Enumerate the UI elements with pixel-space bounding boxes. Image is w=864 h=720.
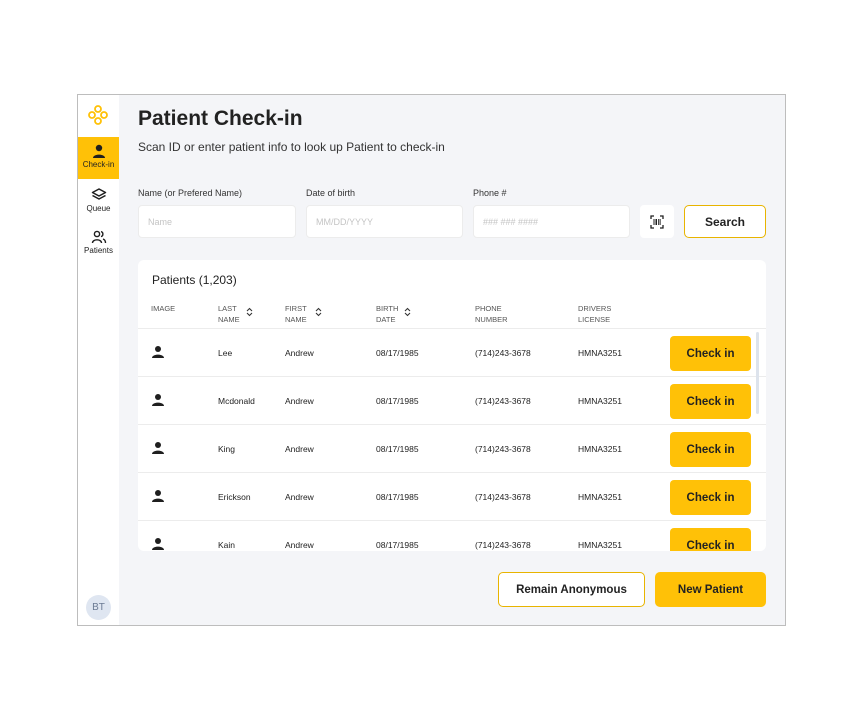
table-row[interactable]: Erickson Andrew 08/17/1985 (714)243-3678… [138, 472, 766, 520]
last-name-cell: Mcdonald [218, 396, 255, 406]
phone-cell: (714)243-3678 [475, 396, 531, 406]
sidebar-item-label: Patients [84, 246, 113, 255]
person-icon [152, 538, 164, 550]
column-header-phone-number: PHONE NUMBER [475, 304, 508, 324]
phone-cell: (714)243-3678 [475, 540, 531, 550]
birth-date-cell: 08/17/1985 [376, 396, 419, 406]
column-header-drivers-license: DRIVERS LICENSE [578, 304, 612, 324]
person-icon [152, 490, 164, 502]
person-icon [92, 144, 105, 158]
dob-field[interactable] [306, 205, 463, 238]
phone-cell: (714)243-3678 [475, 444, 531, 454]
check-in-button[interactable]: Check in [670, 336, 751, 371]
license-cell: HMNA3251 [578, 348, 622, 358]
last-name-cell: Lee [218, 348, 233, 358]
phone-field-label: Phone # [473, 188, 507, 198]
column-header-birth-date[interactable]: BIRTH DATE [376, 303, 404, 325]
page-title: Patient Check-in [138, 107, 303, 130]
table-row[interactable]: Mcdonald Andrew 08/17/1985 (714)243-3678… [138, 376, 766, 424]
last-name-cell: King [218, 444, 236, 454]
sidebar-item-label: Queue [86, 204, 111, 213]
phone-cell: (714)243-3678 [475, 492, 531, 502]
barcode-scan-icon [650, 215, 664, 229]
check-in-button[interactable]: Check in [670, 528, 751, 551]
sort-icon[interactable] [404, 307, 411, 317]
remain-anonymous-button[interactable]: Remain Anonymous [498, 572, 645, 607]
patients-table: Patients (1,203) IMAGE LAST NAME FIRST N… [138, 260, 766, 551]
people-icon [91, 230, 106, 244]
table-row[interactable]: Lee Andrew 08/17/1985 (714)243-3678 HMNA… [138, 328, 766, 376]
first-name-cell: Andrew [285, 444, 314, 454]
table-row[interactable]: King Andrew 08/17/1985 (714)243-3678 HMN… [138, 424, 766, 472]
first-name-cell: Andrew [285, 396, 314, 406]
column-header-image: IMAGE [151, 304, 176, 313]
birth-date-cell: 08/17/1985 [376, 348, 419, 358]
column-header-last-name[interactable]: LAST NAME [218, 303, 248, 325]
name-field[interactable] [138, 205, 296, 238]
birth-date-cell: 08/17/1985 [376, 540, 419, 550]
scan-id-button[interactable] [640, 205, 674, 238]
dob-field-label: Date of birth [306, 188, 356, 198]
app-logo-icon [88, 105, 108, 125]
sidebar-item-check-in[interactable]: Check-in [78, 137, 119, 179]
person-icon [152, 394, 164, 406]
sidebar-item-queue[interactable]: Queue [78, 181, 119, 223]
name-field-label: Name (or Prefered Name) [138, 188, 243, 198]
license-cell: HMNA3251 [578, 444, 622, 454]
column-header-first-name[interactable]: FIRST NAME [285, 303, 315, 325]
check-in-button[interactable]: Check in [670, 384, 751, 419]
person-icon [152, 346, 164, 358]
search-button[interactable]: Search [684, 205, 766, 238]
sort-icon[interactable] [246, 307, 253, 317]
sidebar: Check-in Queue Patients BT [78, 95, 119, 625]
birth-date-cell: 08/17/1985 [376, 492, 419, 502]
phone-cell: (714)243-3678 [475, 348, 531, 358]
license-cell: HMNA3251 [578, 540, 622, 550]
last-name-cell: Erickson [218, 492, 251, 502]
person-icon [152, 442, 164, 454]
table-scrollbar[interactable] [756, 332, 759, 414]
check-in-button[interactable]: Check in [670, 480, 751, 515]
page-subtitle: Scan ID or enter patient info to look up… [138, 140, 445, 154]
app-window: Check-in Queue Patients BT Patient Check… [77, 94, 786, 626]
license-cell: HMNA3251 [578, 492, 622, 502]
table-body[interactable]: Lee Andrew 08/17/1985 (714)243-3678 HMNA… [138, 328, 766, 551]
new-patient-button[interactable]: New Patient [655, 572, 766, 607]
layers-icon [91, 188, 106, 200]
check-in-button[interactable]: Check in [670, 432, 751, 467]
phone-field[interactable] [473, 205, 630, 238]
sort-icon[interactable] [315, 307, 322, 317]
sidebar-item-patients[interactable]: Patients [78, 223, 119, 265]
first-name-cell: Andrew [285, 540, 314, 550]
birth-date-cell: 08/17/1985 [376, 444, 419, 454]
sidebar-item-label: Check-in [82, 160, 115, 169]
first-name-cell: Andrew [285, 348, 314, 358]
patients-count-title: Patients (1,203) [152, 273, 237, 287]
first-name-cell: Andrew [285, 492, 314, 502]
license-cell: HMNA3251 [578, 396, 622, 406]
avatar[interactable]: BT [86, 595, 111, 620]
table-row[interactable]: Kain Andrew 08/17/1985 (714)243-3678 HMN… [138, 520, 766, 551]
last-name-cell: Kain [218, 540, 236, 550]
